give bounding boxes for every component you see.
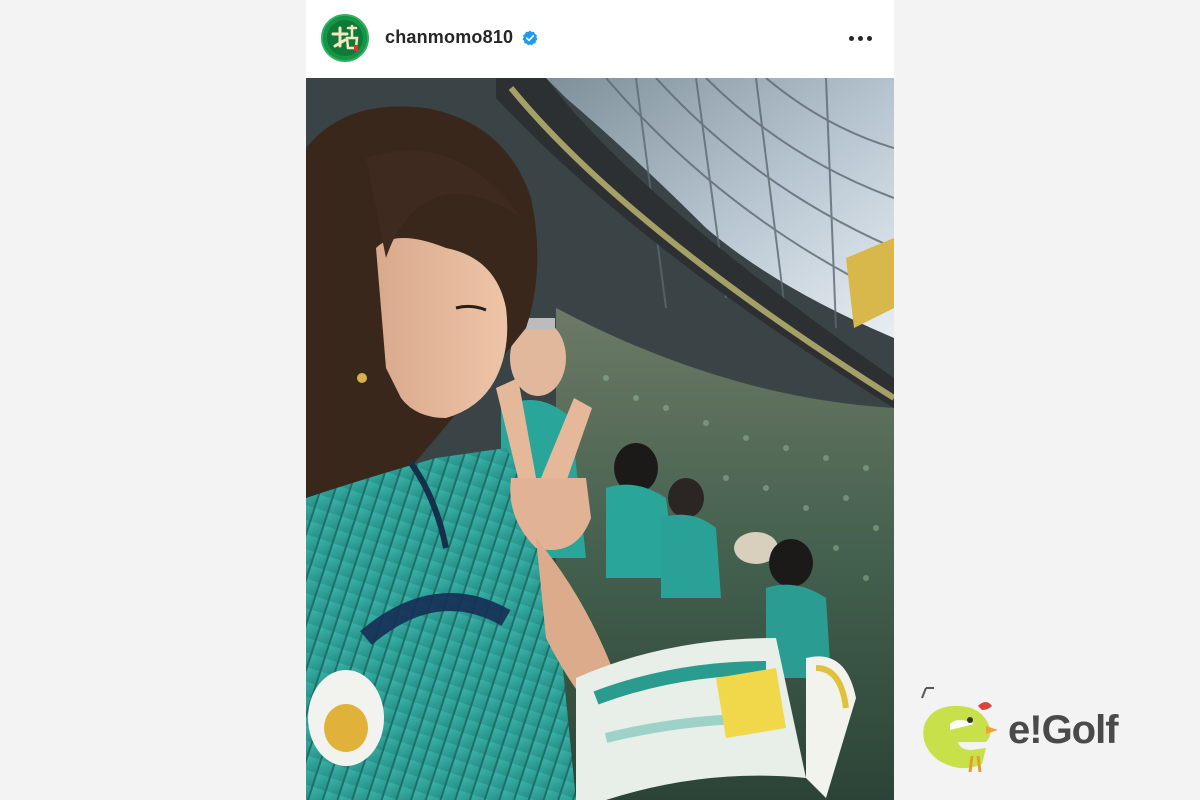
post-header: chanmomo810 — [306, 0, 894, 78]
more-options-icon[interactable] — [844, 24, 876, 52]
profile-avatar[interactable] — [321, 14, 369, 62]
brand-name: e!Golf — [1008, 708, 1119, 752]
egolf-chick-logo — [921, 687, 998, 773]
instagram-post: chanmomo810 — [306, 0, 894, 800]
egolf-brand: e!Golf — [912, 686, 1182, 776]
verified-badge-icon — [522, 30, 538, 46]
post-photo — [306, 78, 894, 800]
username[interactable]: chanmomo810 — [385, 27, 513, 48]
